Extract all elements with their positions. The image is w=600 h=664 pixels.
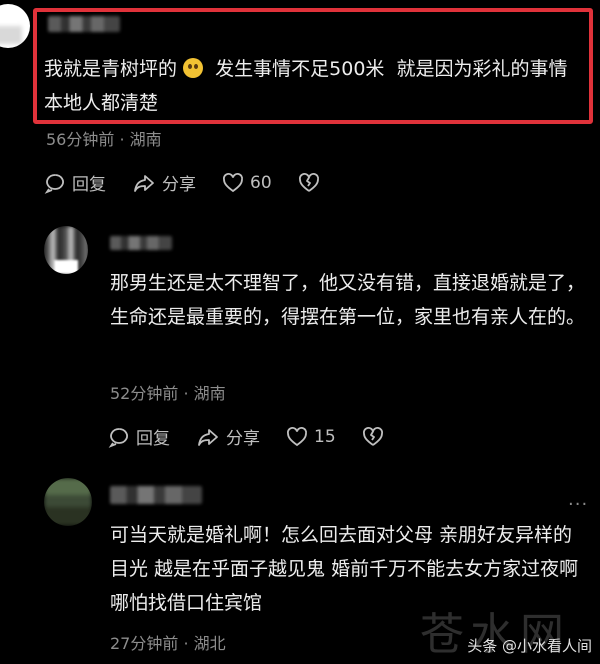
comment-meta: 52分钟前 · 湖南 bbox=[110, 384, 226, 403]
comment-meta: 27分钟前 · 湖北 bbox=[110, 634, 226, 653]
avatar[interactable] bbox=[0, 4, 30, 48]
share-icon bbox=[198, 428, 218, 446]
share-icon bbox=[134, 174, 154, 192]
dislike-button[interactable] bbox=[362, 426, 390, 448]
comment-actions: 回复 分享 60 bbox=[44, 170, 352, 195]
highlight-box bbox=[33, 8, 593, 124]
reply-icon bbox=[108, 427, 128, 448]
watermark: 头条 @小水看人间 bbox=[467, 635, 592, 656]
share-button[interactable]: 分享 bbox=[132, 170, 196, 195]
dislike-button[interactable] bbox=[298, 172, 326, 194]
share-button[interactable]: 分享 bbox=[196, 424, 260, 449]
like-count: 60 bbox=[250, 172, 272, 193]
comment-meta: 56分钟前 · 湖南 bbox=[46, 130, 162, 149]
broken-heart-icon bbox=[298, 172, 319, 192]
like-button[interactable]: 15 bbox=[286, 426, 336, 448]
username-blurred[interactable] bbox=[110, 486, 202, 504]
reply-button[interactable]: 回复 bbox=[44, 170, 106, 195]
share-label: 分享 bbox=[226, 429, 260, 449]
reply-button[interactable]: 回复 bbox=[108, 424, 170, 449]
like-count: 15 bbox=[314, 426, 336, 447]
more-options-button[interactable]: ··· bbox=[568, 494, 588, 515]
comment-actions: 回复 分享 15 bbox=[108, 424, 416, 449]
like-button[interactable]: 60 bbox=[222, 172, 272, 194]
avatar[interactable] bbox=[44, 226, 88, 274]
watermark-text: 头条 @小水看人间 bbox=[467, 637, 592, 655]
username-blurred[interactable] bbox=[110, 236, 172, 250]
comment-text: 那男生还是太不理智了，他又没有错，直接退婚就是了，生命还是最重要的，得摆在第一位… bbox=[110, 272, 586, 328]
reply-label: 回复 bbox=[72, 175, 106, 195]
share-label: 分享 bbox=[162, 175, 196, 195]
heart-icon bbox=[223, 172, 243, 192]
heart-icon bbox=[287, 426, 307, 446]
reply-icon bbox=[44, 173, 64, 194]
broken-heart-icon bbox=[362, 426, 383, 446]
avatar[interactable] bbox=[44, 478, 92, 526]
reply-label: 回复 bbox=[136, 429, 170, 449]
